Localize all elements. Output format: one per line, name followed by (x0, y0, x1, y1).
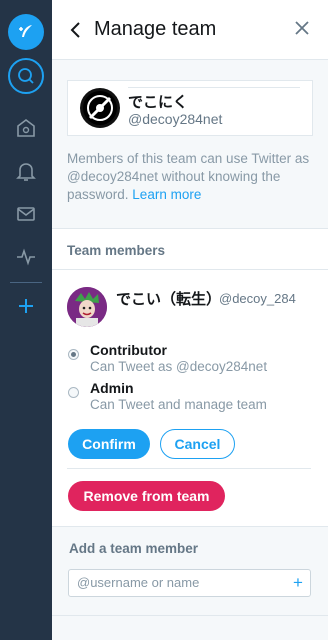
admin-role-description: Can Tweet and manage team (90, 397, 267, 412)
team-members-header: Team members (52, 228, 328, 270)
team-members-heading: Team members (67, 243, 166, 258)
contributor-radio[interactable] (68, 349, 79, 360)
panel-header: Manage team (52, 0, 328, 60)
messages-mail-icon (17, 207, 35, 221)
member-avatar[interactable] (67, 287, 107, 327)
activity-button[interactable] (8, 238, 44, 274)
page-title: Manage team (94, 18, 217, 40)
add-team-member-heading: Add a team member (69, 541, 199, 556)
team-account-card: でこにく @decoy284net (67, 80, 313, 136)
card-divider (128, 87, 300, 88)
search-icon (18, 68, 34, 84)
rail-divider (10, 282, 42, 283)
activity-icon (17, 248, 35, 266)
chevron-left-icon (70, 22, 80, 38)
contributor-role-title[interactable]: Contributor (90, 342, 167, 358)
bottom-divider (52, 615, 328, 616)
admin-role-title[interactable]: Admin (90, 380, 134, 396)
back-button[interactable] (68, 20, 84, 40)
notifications-bell-icon (16, 163, 36, 181)
add-member-input[interactable] (77, 575, 277, 590)
confirm-button[interactable]: Confirm (68, 429, 150, 459)
learn-more-link[interactable]: Learn more (132, 187, 201, 202)
search-button[interactable] (8, 58, 44, 94)
manage-team-panel: Manage team でこにく @decoy284net Members of… (52, 0, 328, 640)
close-button[interactable] (292, 18, 312, 38)
member-name: でこい（転生） (116, 291, 222, 308)
home-icon (17, 119, 35, 137)
plus-add-column-icon (19, 299, 33, 313)
team-info-text: Members of this team can use Twitter as … (67, 150, 317, 204)
account-handle: @decoy284net (128, 111, 223, 127)
plus-add-member-icon[interactable]: + (293, 573, 303, 593)
close-icon (295, 21, 309, 35)
compose-tweet-button[interactable] (8, 14, 44, 50)
add-member-field[interactable]: + (68, 569, 311, 597)
remove-from-team-button[interactable]: Remove from team (68, 481, 225, 511)
navigation-rail (0, 0, 52, 640)
member-avatar-image-icon (67, 287, 107, 327)
admin-radio[interactable] (68, 387, 79, 398)
account-name: でこにく (128, 94, 188, 111)
feather-compose-icon (19, 25, 32, 37)
account-avatar (80, 88, 120, 128)
add-column-button[interactable] (8, 288, 44, 324)
notifications-button[interactable] (8, 153, 44, 189)
member-divider (67, 468, 311, 469)
member-handle: @decoy_284 (219, 291, 296, 306)
messages-button[interactable] (8, 196, 44, 232)
account-logo-icon (83, 91, 117, 125)
home-column-button[interactable] (8, 110, 44, 146)
cancel-button[interactable]: Cancel (160, 429, 235, 459)
contributor-role-description: Can Tweet as @decoy284net (90, 359, 268, 374)
team-member-item: でこい（転生） @decoy_284 Contributor Can Tweet… (52, 270, 328, 527)
